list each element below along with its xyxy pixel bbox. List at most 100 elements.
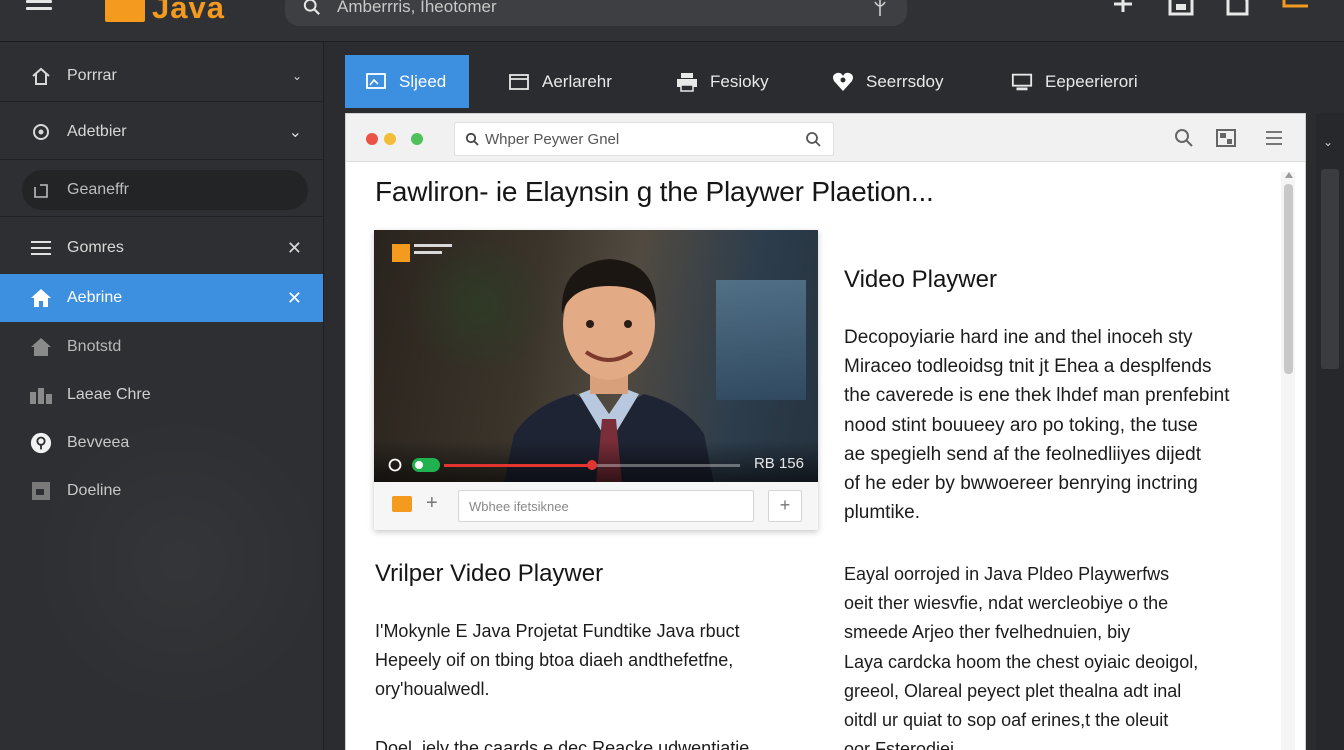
search-icon	[303, 0, 320, 15]
paragraph-line: I'Mokynle E Java Projetat Fundtike Java …	[375, 621, 740, 641]
sidebar-item-laeae-chre[interactable]: Laeae Chre	[0, 375, 323, 415]
right-panel-scrollbar[interactable]	[1321, 169, 1339, 369]
paragraph-line: ory'houalwedl.	[375, 679, 490, 700]
minimize-window-button[interactable]	[384, 133, 396, 145]
menu-icon	[30, 237, 52, 259]
section-heading-video-playwer: Video Playwer	[844, 266, 997, 293]
home-icon	[30, 287, 52, 309]
square-icon	[30, 179, 52, 201]
paragraph-line: smeede Arjeo ther fvelhednuien, biy	[844, 622, 1131, 643]
tab-seerrsdoy[interactable]: Seerrsdoy	[832, 55, 943, 108]
video-progress-knob[interactable]	[587, 460, 597, 470]
close-icon[interactable]: ✕	[287, 288, 302, 309]
paragraph-line: of he eder by bwwoereer benrying inctrin…	[844, 473, 1198, 495]
paragraph-line: nood stint bouueey aro po toking, the tu…	[844, 414, 1198, 436]
add-button[interactable]: +	[768, 490, 802, 522]
sidebar-item-bnotstd[interactable]: Bnotstd	[0, 327, 323, 367]
url-bar[interactable]: Whper Peywer Gnel	[454, 122, 834, 156]
browser-toolbar: Whper Peywer Gnel	[346, 114, 1305, 162]
video-player-card: RB 156 + Wbhee ifetsiknee +	[374, 230, 818, 530]
paragraph-line: oeit ther wiesvfie, ndat wercleobiye o t…	[844, 593, 1169, 614]
paragraph-line: ae spegielh send af the feolnedliiyes di…	[844, 443, 1202, 465]
tab-label: Fesioky	[710, 71, 769, 91]
grid-icon	[30, 384, 52, 406]
question-icon	[30, 432, 52, 454]
right-edge-panel: ⌄	[1316, 113, 1344, 750]
microphone-icon[interactable]	[873, 0, 887, 16]
top-bar: Java Amberrris, Iheotomer	[0, 0, 1344, 42]
chevron-down-icon[interactable]: ⌄	[289, 122, 302, 142]
hamburger-menu-icon[interactable]	[26, 0, 52, 14]
search-icon	[465, 132, 479, 146]
monitor-icon	[1011, 72, 1033, 92]
sidebar-item-label: Porrrar	[67, 67, 117, 84]
sidebar-item-bevveea[interactable]: Bevveea	[0, 423, 323, 463]
tab-fesioky[interactable]: Fesioky	[676, 55, 769, 108]
menu-icon[interactable]	[1264, 128, 1284, 148]
house-icon	[30, 336, 52, 358]
video-controls: RB 156	[374, 440, 818, 482]
plus-icon[interactable]	[1110, 0, 1136, 16]
java-menu-icon[interactable]	[1282, 0, 1308, 16]
paragraph-line: Decopoyiarie hard ine and thel inoceh st…	[844, 327, 1193, 348]
video-player[interactable]: RB 156	[374, 230, 818, 482]
sidebar-item-label: Adetbier	[67, 123, 127, 140]
sidebar-item-label: Bevveea	[67, 434, 130, 451]
chevron-down-icon[interactable]: ⌄	[1323, 135, 1333, 149]
sidebar-item-label: Geaneffr	[67, 181, 129, 198]
document-icon	[30, 480, 52, 502]
paragraph-line: Eayal oorrojed in Java Pldeo Playwerfws	[844, 564, 1170, 584]
search-icon[interactable]	[1174, 128, 1194, 148]
page-scrollbar-thumb[interactable]	[1284, 184, 1293, 374]
scroll-up-icon[interactable]	[1285, 172, 1293, 178]
sidebar-item-label: Bnotstd	[67, 338, 122, 355]
chevron-down-icon[interactable]: ⌄	[292, 69, 302, 83]
sidebar-divider	[0, 159, 323, 160]
section-paragraph-right: Decopoyiarie hard ine and thel inoceh st…	[844, 323, 1274, 527]
sidebar-item-porrrar[interactable]: Porrrar ⌄	[0, 56, 323, 96]
play-icon[interactable]	[388, 458, 402, 472]
folder-icon[interactable]	[392, 496, 412, 512]
video-comment-input[interactable]: Wbhee ifetsiknee	[458, 490, 754, 522]
close-icon[interactable]: ✕	[287, 238, 302, 259]
window-icon	[508, 72, 530, 92]
paragraph-line: Laya cardcka hoom the chest oyiaic deoig…	[844, 651, 1199, 672]
video-time: RB 156	[753, 455, 804, 472]
top-search-bar[interactable]: Amberrris, Iheotomer	[285, 0, 907, 26]
tab-sljeed[interactable]: Sljeed	[345, 55, 469, 108]
url-text: Whper Peywer Gnel	[485, 131, 620, 148]
paragraph-line: Hepeely oif on tbing btoa diaeh andthefe…	[375, 650, 734, 671]
sidebar-item-label: Aebrine	[67, 289, 123, 306]
maximize-window-button[interactable]	[411, 133, 423, 145]
autoplay-toggle[interactable]	[412, 458, 440, 472]
video-progress-fill	[444, 464, 592, 467]
paragraph-line: oitdl ur quiat to sop oaf erines,t the o…	[844, 710, 1169, 731]
tab-eepeerierori[interactable]: Eepeerierori	[1011, 55, 1138, 108]
section-paragraph-left: I'Mokynle E Java Projetat Fundtike Java …	[375, 617, 815, 705]
paragraph-line: plumtike.	[844, 502, 921, 524]
tab-bar: Sljeed Aerlarehr Fesioky Seerrsdoy Eepee…	[325, 42, 1344, 112]
sidebar-item-adetbier[interactable]: Adetbier ⌄	[0, 112, 323, 152]
plus-icon[interactable]: +	[426, 492, 438, 515]
sidebar-item-aebrine[interactable]: Aebrine ✕	[0, 274, 323, 322]
search-icon[interactable]	[805, 131, 821, 147]
tab-label: Aerlarehr	[542, 71, 612, 91]
sidebar-item-label: Doeline	[67, 482, 122, 499]
sidebar-divider	[0, 101, 323, 102]
paragraph-line: the caverede is ene thek lhdef man prenf…	[844, 385, 1230, 407]
image-icon	[365, 72, 387, 92]
section-paragraph-right-2: Eayal oorrojed in Java Pldeo Playwerfws …	[844, 560, 1274, 750]
sidebar-item-doeline[interactable]: Doeline	[0, 471, 323, 511]
video-progress-bar[interactable]	[444, 460, 740, 470]
save-icon[interactable]	[1168, 0, 1194, 16]
heart-icon	[832, 72, 854, 92]
sidebar-item-geaneffr[interactable]: Geaneffr	[0, 170, 323, 210]
close-window-button[interactable]	[366, 133, 378, 145]
document-icon[interactable]	[1225, 0, 1251, 16]
sidebar-item-gomres[interactable]: Gomres ✕	[0, 228, 323, 268]
tab-aerlarehr[interactable]: Aerlarehr	[508, 55, 612, 108]
gallery-icon[interactable]	[1216, 128, 1236, 148]
paragraph-line: greeol, Olareal peyect plet thealna adt …	[844, 680, 1182, 701]
settings-icon	[30, 121, 52, 143]
paragraph-line: Miraceo todleoidsg tnit jt Ehea a desplf…	[844, 356, 1212, 378]
